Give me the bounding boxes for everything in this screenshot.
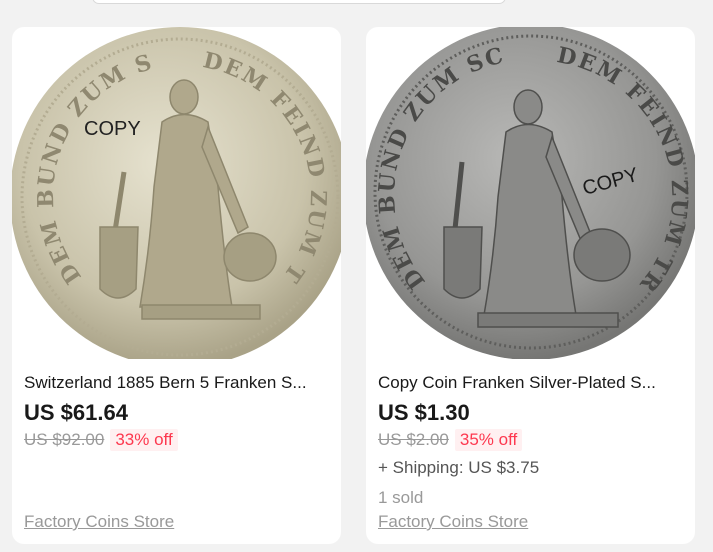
product-price: US $61.64 <box>24 400 128 425</box>
shipping-cost: + Shipping: US $3.75 <box>378 458 540 477</box>
price-row: US $2.00 35% off <box>378 428 523 452</box>
product-title[interactable]: Switzerland 1885 Bern 5 Franken S... <box>24 372 329 394</box>
product-card[interactable]: DEM BUND ZUM SCHUTZ DEM FEIND ZUM TRUTZ … <box>366 27 695 544</box>
sold-count: 1 sold <box>378 488 424 507</box>
product-price: US $1.30 <box>378 400 470 425</box>
store-link[interactable]: Factory Coins Store <box>24 511 174 533</box>
coin-image: DEM BUND ZUM SCHUTZ DEM FEIND ZUM TRUTZ … <box>366 27 695 359</box>
original-price: US $92.00 <box>24 430 105 449</box>
product-card[interactable]: DEM BUND ZUM SCHUTZ DEM FEIND ZUM TRUTZ … <box>12 27 341 544</box>
product-image[interactable]: DEM BUND ZUM SCHUTZ DEM FEIND ZUM TRUTZ … <box>366 27 695 359</box>
store-link[interactable]: Factory Coins Store <box>378 511 528 533</box>
search-bar-edge[interactable] <box>92 0 506 4</box>
coin-image: DEM BUND ZUM SCHUTZ DEM FEIND ZUM TRUTZ … <box>12 27 341 359</box>
product-title[interactable]: Copy Coin Franken Silver-Plated S... <box>378 372 683 394</box>
discount-badge: 35% off <box>454 429 523 451</box>
price-row: US $92.00 33% off <box>24 428 178 452</box>
copy-stamp: COPY <box>84 118 141 140</box>
discount-badge: 33% off <box>110 429 178 451</box>
product-image[interactable]: DEM BUND ZUM SCHUTZ DEM FEIND ZUM TRUTZ … <box>12 27 341 359</box>
original-price: US $2.00 <box>378 430 449 449</box>
